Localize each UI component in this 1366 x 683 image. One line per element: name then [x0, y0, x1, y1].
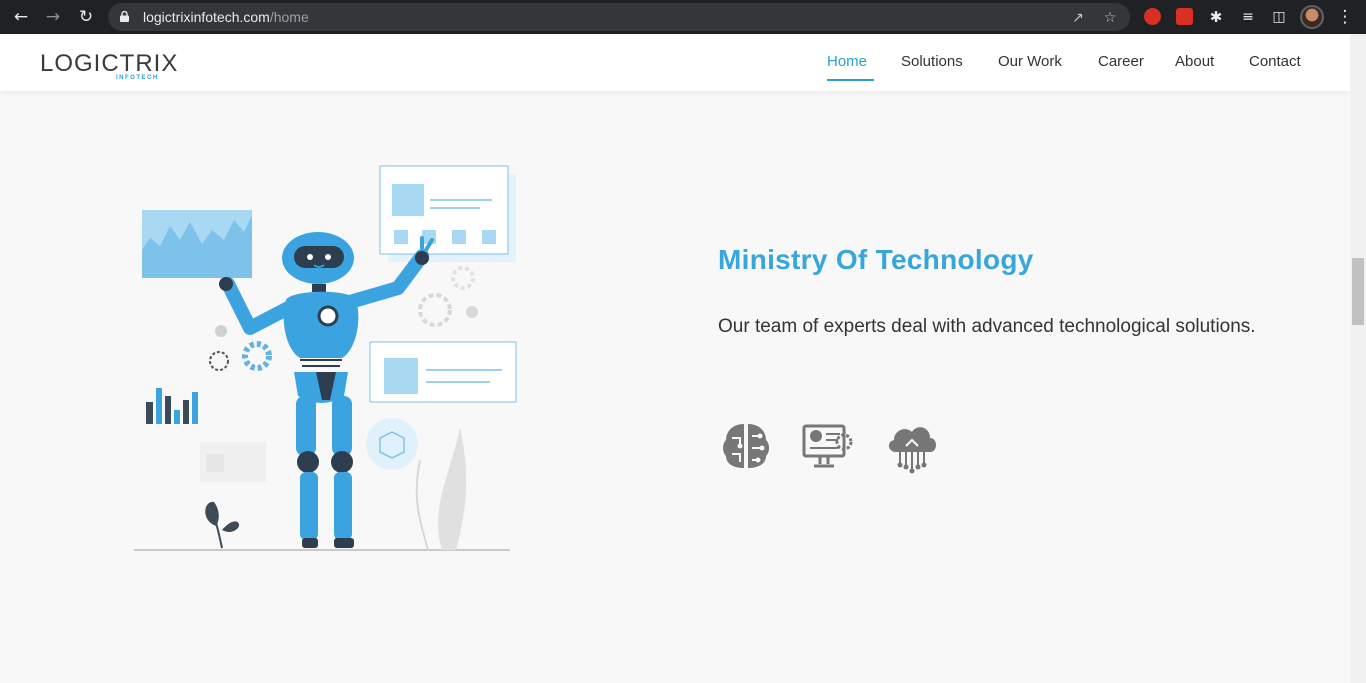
active-nav-underline — [827, 79, 874, 81]
hero-description: Our team of experts deal with advanced t… — [718, 316, 1256, 337]
browser-toolbar: ← → ↻ logictrixinfotech.com/home ↗ ☆ ✱ ≡… — [0, 0, 1366, 34]
hero-title: Ministry Of Technology — [718, 244, 1034, 275]
nav-home[interactable]: Home — [827, 53, 867, 70]
reading-list-icon[interactable]: ≡ — [1237, 6, 1259, 28]
extension-stop-icon[interactable] — [1144, 8, 1161, 25]
bookmark-star-icon[interactable]: ☆ — [1102, 10, 1118, 26]
nav-about[interactable]: About — [1175, 53, 1214, 70]
cloud-network-icon — [888, 427, 936, 474]
site-header: LOGICTRIX INFOTECH Home Solutions Our Wo… — [0, 34, 1350, 91]
profile-avatar[interactable] — [1300, 5, 1324, 29]
extensions-puzzle-icon[interactable]: ✱ — [1205, 6, 1227, 28]
nav-career[interactable]: Career — [1098, 53, 1144, 70]
forward-icon[interactable]: → — [42, 6, 64, 28]
back-icon[interactable]: ← — [10, 6, 32, 28]
url-text: logictrixinfotech.com/home — [143, 9, 309, 25]
scrollbar-thumb[interactable] — [1352, 258, 1364, 325]
lock-icon — [120, 11, 129, 22]
address-bar[interactable]: logictrixinfotech.com/home ↗ ☆ — [108, 3, 1130, 31]
brain-circuit-icon — [723, 424, 769, 468]
page-scrollbar[interactable] — [1350, 34, 1366, 683]
nav-our-work[interactable]: Our Work — [998, 53, 1062, 70]
robot-illustration — [134, 165, 517, 551]
logo-wordmark: LOGICTRIX — [40, 50, 179, 77]
ai-computer-icon — [802, 424, 853, 468]
logo[interactable]: LOGICTRIX INFOTECH — [40, 48, 177, 82]
feature-icons — [718, 418, 958, 474]
logo-subtitle: INFOTECH — [116, 75, 159, 81]
reload-icon[interactable]: ↻ — [75, 6, 97, 28]
nav-contact[interactable]: Contact — [1249, 53, 1301, 70]
side-panel-icon[interactable]: ◫ — [1268, 6, 1290, 28]
nav-solutions[interactable]: Solutions — [901, 53, 963, 70]
share-icon[interactable]: ↗ — [1070, 10, 1086, 26]
menu-kebab-icon[interactable]: ⋮ — [1334, 6, 1356, 28]
extension-media-icon[interactable] — [1176, 8, 1193, 25]
